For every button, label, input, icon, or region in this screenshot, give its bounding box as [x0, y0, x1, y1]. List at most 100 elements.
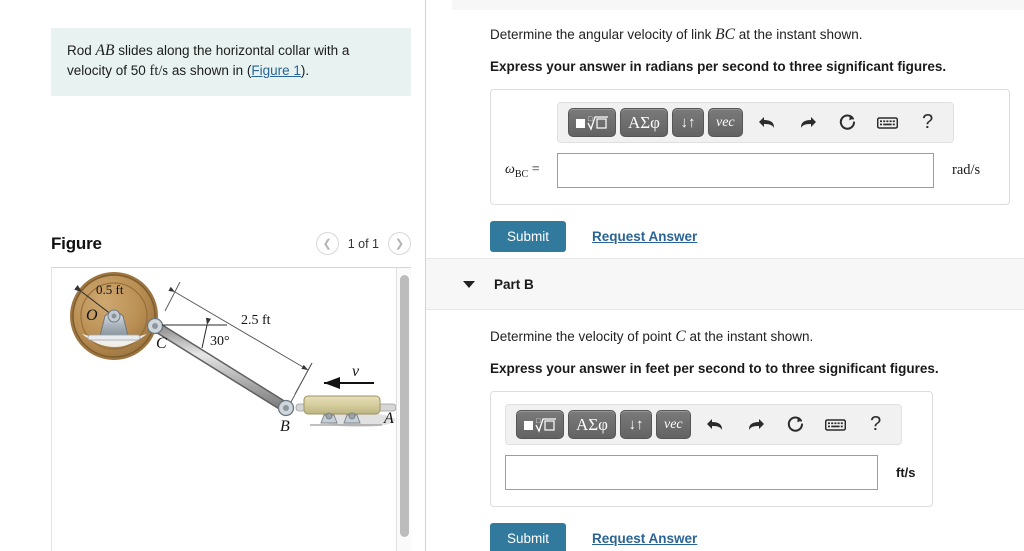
problem-text-4: ). [300, 63, 310, 78]
part-a-actions: Submit Request Answer [490, 221, 1010, 252]
reset-button[interactable] [781, 411, 811, 438]
reset-icon [839, 114, 856, 130]
sort-arrows-button[interactable]: ↓↑ [671, 108, 704, 137]
part-b-answer-row: ft/s [505, 455, 918, 490]
part-b-answer-input[interactable] [505, 455, 878, 490]
figure-header: Figure ❮ 1 of 1 ❯ [51, 232, 411, 255]
omega-symbol: ω [505, 161, 515, 177]
mechanism-diagram: 0.5 ft O C B 30° 2.5 ft A v [70, 272, 397, 435]
updown-arrows-icon: ↓↑ [628, 416, 644, 433]
part-a-unit-label: rad/s [952, 162, 981, 178]
vector-button[interactable]: vec [655, 410, 691, 439]
part-b-submit-button[interactable]: Submit [490, 523, 567, 551]
math-template-icon: □ [576, 115, 608, 131]
part-b-question: Determine the velocity of point C at the… [490, 327, 1010, 346]
point-a-label: A [383, 410, 394, 427]
equals-sign: = [528, 161, 540, 177]
part-a-question: Determine the angular velocity of link B… [490, 25, 1010, 44]
part-b-question-var: C [675, 328, 686, 345]
part-a-math-toolbar: □ ΑΣφ ↓↑ vec ? [557, 102, 954, 143]
part-b-actions: Submit Request Answer [490, 523, 1010, 551]
part-a-header-band [452, 0, 1024, 10]
part-b-question-text: Determine the velocity of point [490, 329, 676, 344]
part-a-section: Determine the angular velocity of link B… [490, 25, 1010, 252]
part-b-request-answer-link[interactable]: Request Answer [592, 531, 697, 546]
redo-button[interactable] [741, 411, 771, 438]
part-b-math-toolbar: □ ΑΣφ ↓↑ vec ? [505, 404, 902, 445]
keyboard-icon [877, 116, 899, 129]
problem-units: ft/s [149, 63, 169, 79]
figure-next-button[interactable]: ❯ [388, 232, 411, 255]
undo-button[interactable] [753, 109, 783, 136]
part-a-answer-label: ωBC = [505, 162, 557, 180]
redo-button[interactable] [793, 109, 823, 136]
vector-button[interactable]: vec [707, 108, 743, 137]
help-icon: ? [870, 413, 882, 435]
keyboard-button[interactable] [873, 109, 903, 136]
part-a-question-tail: at the instant shown. [734, 27, 863, 42]
radius-dim-label: 0.5 ft [96, 282, 124, 297]
point-o-label: O [86, 307, 98, 324]
help-button[interactable]: ? [913, 109, 943, 136]
problem-text-1: Rod [67, 43, 96, 58]
figure-viewport: 0.5 ft O C B 30° 2.5 ft A v [51, 267, 411, 551]
svg-text:□: □ [588, 115, 593, 123]
figure-1-link[interactable]: Figure 1 [251, 63, 301, 78]
link-length-label: 2.5 ft [241, 313, 271, 328]
angle-label: 30° [210, 334, 230, 349]
part-b-instruction: Express your answer in feet per second t… [490, 361, 939, 376]
updown-arrows-icon: ↓↑ [680, 114, 696, 131]
reset-icon [787, 416, 804, 432]
keyboard-icon [825, 418, 847, 431]
greek-letters-button[interactable]: ΑΣφ [620, 108, 668, 137]
problem-text-3: as shown in ( [168, 63, 252, 78]
part-a-submit-button[interactable]: Submit [490, 221, 567, 252]
greek-letters-button[interactable]: ΑΣφ [568, 410, 616, 439]
problem-var-ab: AB [95, 42, 115, 59]
part-a-answer-row: ωBC = rad/s [505, 153, 995, 188]
undo-icon [707, 419, 723, 430]
part-b-section: Determine the velocity of point C at the… [490, 327, 1010, 551]
part-b-answer-card: □ ΑΣφ ↓↑ vec ? ft/s [490, 391, 933, 507]
part-b-unit-label: ft/s [896, 465, 916, 480]
part-a-answer-input[interactable] [557, 153, 934, 188]
chevron-left-icon: ❮ [322, 238, 332, 250]
figure-scrollbar-thumb[interactable] [400, 275, 409, 537]
svg-text:□: □ [536, 417, 541, 425]
sort-arrows-button[interactable]: ↓↑ [619, 410, 652, 439]
omega-subscript: BC [514, 168, 529, 180]
chevron-down-icon[interactable] [463, 280, 475, 288]
part-a-instruction: Express your answer in radians per secon… [490, 59, 947, 74]
undo-button[interactable] [701, 411, 731, 438]
part-a-request-answer-link[interactable]: Request Answer [592, 229, 697, 244]
math-template-icon: □ [524, 417, 556, 433]
help-button[interactable]: ? [861, 411, 891, 438]
left-panel: Rod AB slides along the horizontal colla… [0, 0, 426, 551]
redo-icon [801, 117, 817, 128]
right-panel: Determine the angular velocity of link B… [426, 0, 1024, 551]
part-b-question-tail: at the instant shown. [685, 329, 814, 344]
figure-pager: ❮ 1 of 1 ❯ [315, 232, 411, 255]
chevron-right-icon: ❯ [394, 238, 405, 250]
math-template-button[interactable]: □ [516, 410, 564, 439]
keyboard-button[interactable] [821, 411, 851, 438]
figure-prev-button[interactable]: ❮ [315, 232, 339, 255]
greek-letters-label: ΑΣφ [576, 414, 608, 434]
greek-letters-label: ΑΣφ [628, 112, 660, 132]
math-template-button[interactable]: □ [568, 108, 616, 137]
figure-pager-label: 1 of 1 [347, 236, 379, 251]
figure-title: Figure [51, 233, 102, 253]
point-c-label: C [156, 335, 167, 352]
part-b-header[interactable]: Part B [426, 258, 1024, 310]
vector-label: vec [715, 114, 735, 130]
velocity-label: v [352, 363, 360, 380]
part-a-answer-card: □ ΑΣφ ↓↑ vec ? ωBC = rad/s [490, 89, 1010, 205]
reset-button[interactable] [833, 109, 863, 136]
problem-statement: Rod AB slides along the horizontal colla… [51, 28, 411, 96]
part-a-question-text: Determine the angular velocity of link [490, 27, 716, 42]
part-a-question-var: BC [715, 26, 735, 43]
part-b-label: Part B [494, 276, 534, 292]
figure-scrollbar[interactable] [396, 268, 411, 551]
vector-label: vec [663, 416, 683, 432]
redo-icon [749, 419, 765, 430]
